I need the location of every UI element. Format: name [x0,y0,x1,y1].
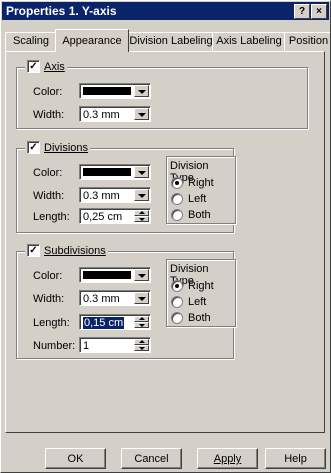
divisions-checkbox[interactable]: ✓ [27,141,40,154]
divisions-width-value: 0.3 mm [83,190,120,202]
axis-group-label: Axis [44,60,65,73]
divisions-legend: ✓ Divisions [25,141,91,154]
subdivisions-length-label: Length: [33,317,70,329]
title-bar: Properties 1. Y-axis ? × [2,2,329,20]
subdivisions-color-swatch [83,271,131,279]
chevron-down-icon[interactable] [134,166,149,178]
subdivisions-number-label: Number: [33,340,76,352]
subdivisions-legend: ✓ Subdivisions [25,244,108,257]
cancel-button[interactable]: Cancel [121,448,182,469]
subdivisions-radio-both[interactable]: Both [171,312,211,324]
subdivisions-radio-right[interactable]: Right [171,280,214,292]
subdivisions-width-value: 0.3 mm [83,293,120,305]
axis-color-swatch [83,87,131,95]
divisions-radio-both[interactable]: Both [171,209,211,221]
subdivisions-length-value: 0,15 cm [83,317,125,329]
subdivisions-color-label: Color: [33,270,63,282]
spinner-arrows-icon[interactable] [134,316,149,328]
divisions-radio-right-label: Right [188,177,214,189]
subdivisions-radio-right-label: Right [188,280,214,292]
subdivisions-radio-both-label: Both [188,312,211,324]
apply-button-label: Apply [213,453,242,465]
divisions-radio-left[interactable]: Left [171,193,206,205]
divisions-width-select[interactable]: 0.3 mm [79,187,151,203]
chevron-down-icon[interactable] [134,269,149,281]
window-title: Properties 1. Y-axis [6,4,117,18]
divisions-length-spinner[interactable]: 0,25 cm [79,208,151,224]
tab-scaling[interactable]: Scaling [5,32,57,51]
divisions-radio-right[interactable]: Right [171,177,214,189]
divisions-color-swatch [83,168,131,176]
appearance-panel: ✓ Axis Color: Width: 0.3 mm ✓ Divisions … [5,51,325,433]
radio-icon[interactable] [171,312,183,324]
subdivisions-type-group: Division Type Right Left Both [166,259,236,327]
radio-selected-icon[interactable] [171,280,183,292]
subdivisions-width-select[interactable]: 0.3 mm [79,290,151,306]
radio-selected-icon[interactable] [171,177,183,189]
divisions-length-label: Length: [33,211,70,223]
close-icon[interactable]: × [311,4,327,19]
help-button[interactable]: Help [265,448,326,469]
subdivisions-checkbox[interactable]: ✓ [27,244,40,257]
tab-division-labeling[interactable]: Division Labeling [128,32,214,51]
divisions-radio-both-label: Both [188,209,211,221]
tab-appearance[interactable]: Appearance [55,29,129,52]
axis-checkbox[interactable]: ✓ [27,60,40,73]
divisions-length-value: 0,25 cm [83,211,123,223]
chevron-down-icon[interactable] [134,85,149,97]
divisions-type-group: Division Type Right Left Both [166,156,236,224]
apply-button[interactable]: Apply [197,448,258,469]
subdivisions-group-label: Subdivisions [44,244,106,257]
tab-axis-labeling[interactable]: Axis Labeling [212,32,286,51]
axis-width-label: Width: [33,109,65,121]
chevron-down-icon[interactable] [134,292,149,304]
divisions-color-select[interactable] [79,164,151,180]
subdivisions-length-spinner[interactable]: 0,15 cm [79,314,151,330]
tab-position[interactable]: Position [284,32,330,51]
axis-legend: ✓ Axis [25,60,67,73]
subdivisions-color-select[interactable] [79,267,151,283]
chevron-down-icon[interactable] [134,108,149,120]
radio-icon[interactable] [171,193,183,205]
help-icon[interactable]: ? [294,4,310,19]
axis-color-label: Color: [33,86,63,98]
subdivisions-number-spinner[interactable]: 1 [79,337,151,353]
divisions-width-label: Width: [33,190,65,202]
subdivisions-radio-left[interactable]: Left [171,296,206,308]
chevron-down-icon[interactable] [134,189,149,201]
axis-width-select[interactable]: 0.3 mm [79,106,151,122]
subdivisions-number-value: 1 [83,340,90,352]
radio-icon[interactable] [171,209,183,221]
divisions-color-label: Color: [33,167,63,179]
spinner-arrows-icon[interactable] [134,210,149,222]
axis-width-value: 0.3 mm [83,109,120,121]
properties-dialog: Properties 1. Y-axis ? × Scaling Appeara… [0,0,331,473]
ok-button[interactable]: OK [45,448,106,469]
spinner-arrows-icon[interactable] [134,339,149,351]
radio-icon[interactable] [171,296,183,308]
divisions-group-label: Divisions [44,141,89,154]
subdivisions-width-label: Width: [33,293,65,305]
subdivisions-radio-left-label: Left [188,296,207,308]
divisions-radio-left-label: Left [188,193,207,205]
axis-color-select[interactable] [79,83,151,99]
axis-group: ✓ Axis Color: Width: 0.3 mm [16,60,308,129]
